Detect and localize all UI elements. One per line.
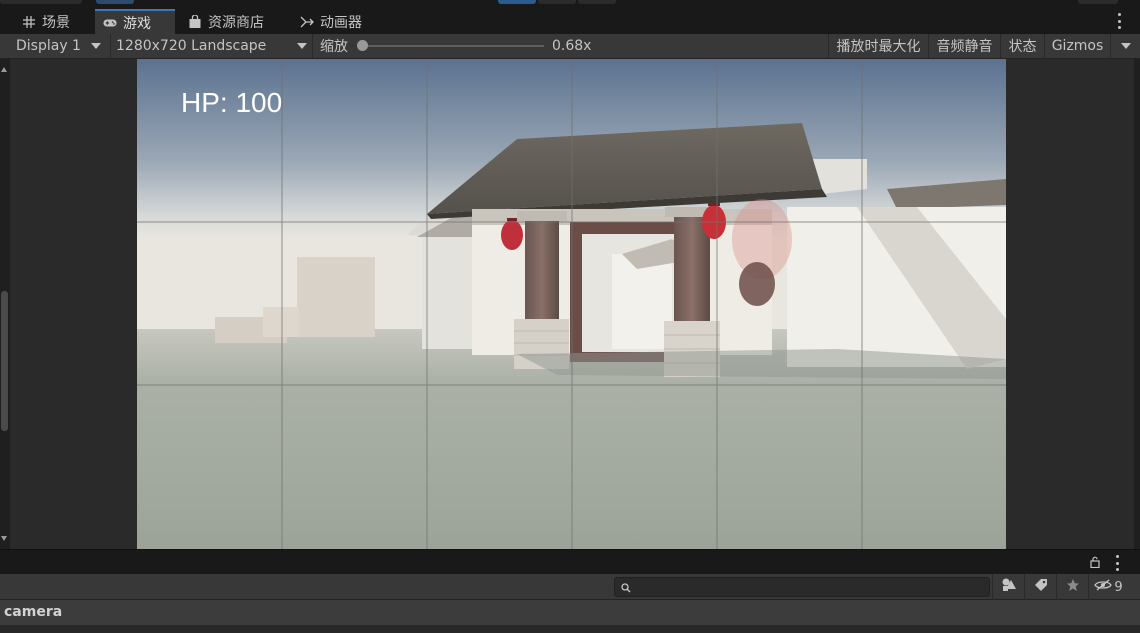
resolution-dropdown[interactable]: 1280x720 Landscape [116, 34, 310, 58]
zoom-label: 缩放 [320, 39, 348, 55]
tab-label: 资源商店 [208, 14, 264, 31]
tab-label: 动画器 [320, 14, 362, 31]
tab-menu-kebab-icon[interactable] [1116, 13, 1122, 29]
hidden-objects-toggle[interactable]: 9 [1088, 574, 1128, 600]
maximize-on-play-button[interactable]: 播放时最大化 [828, 34, 928, 58]
chevron-down-icon [1120, 43, 1131, 49]
panel-menu-kebab-icon[interactable] [1114, 555, 1120, 571]
bottom-panel-header [0, 549, 1140, 574]
chevron-down-icon [297, 43, 307, 49]
bag-icon [188, 15, 202, 29]
chevron-down-icon [90, 43, 101, 49]
tag-icon [1034, 578, 1048, 596]
hierarchy-search-row: 9 [0, 574, 1140, 600]
stats-button[interactable]: 状态 [1000, 34, 1044, 58]
vertical-scrollbar[interactable] [0, 59, 10, 549]
top-strip-segment [0, 0, 82, 4]
gamepad-icon [103, 16, 117, 30]
right-edge [1134, 59, 1140, 549]
mute-audio-button[interactable]: 音频静音 [928, 34, 1000, 58]
top-strip-segment [498, 0, 536, 4]
eye-hidden-icon [1094, 579, 1113, 595]
editor-tab-bar: 场景 游戏 资源商店 动画器 [0, 9, 1140, 34]
top-strip-segment [1078, 0, 1118, 4]
tab-asset-store[interactable]: 资源商店 [180, 9, 284, 34]
lantern-left [501, 220, 523, 250]
tab-animator[interactable]: 动画器 [292, 9, 372, 34]
filter-by-label-button[interactable] [1024, 574, 1056, 600]
tab-label: 游戏 [123, 15, 151, 32]
display-dropdown[interactable]: Display 1 [16, 34, 110, 58]
display-label: Display 1 [16, 38, 81, 54]
search-field[interactable] [614, 577, 990, 597]
shapes-icon [1001, 578, 1017, 596]
tab-scene[interactable]: 场景 [14, 9, 94, 34]
filter-by-type-button[interactable] [992, 574, 1024, 600]
zoom-value: 0.68x [552, 38, 592, 54]
bottom-strip [0, 625, 1140, 633]
zoom-slider-thumb[interactable] [357, 40, 368, 51]
scroll-up-icon[interactable] [1, 67, 7, 72]
game-scene-render [137, 59, 1006, 549]
hidden-count: 9 [1114, 579, 1123, 595]
lock-icon[interactable] [1090, 556, 1100, 569]
top-strip-segment [538, 0, 576, 4]
toolbar-divider [312, 34, 313, 58]
zoom-slider-track[interactable] [362, 45, 544, 47]
tab-label: 场景 [42, 14, 70, 31]
top-strip-segment [96, 0, 134, 4]
game-view-toolbar: Display 1 1280x720 Landscape 缩放 0.68x 播放… [0, 34, 1140, 59]
list-item[interactable]: camera [0, 600, 1140, 625]
gizmos-dropdown[interactable] [1110, 34, 1140, 58]
scrollbar-thumb[interactable] [1, 291, 8, 431]
top-strip-segment [578, 0, 616, 4]
toolbar-divider [110, 34, 111, 58]
star-icon [1066, 578, 1080, 596]
game-viewport[interactable]: HP: 100 [137, 59, 1006, 549]
resolution-label: 1280x720 Landscape [116, 38, 267, 54]
search-icon [621, 582, 631, 597]
window-top-strip [0, 0, 1140, 9]
gizmos-button[interactable]: Gizmos [1044, 34, 1110, 58]
favorites-button[interactable] [1056, 574, 1088, 600]
hp-counter: HP: 100 [181, 87, 283, 118]
item-label: camera [4, 604, 63, 620]
tab-game[interactable]: 游戏 [95, 9, 175, 34]
scroll-down-icon[interactable] [1, 536, 7, 541]
game-view-area: HP: 100 [0, 59, 1140, 549]
search-input[interactable] [635, 578, 985, 596]
grid-icon [22, 15, 36, 29]
animator-icon [300, 15, 314, 29]
